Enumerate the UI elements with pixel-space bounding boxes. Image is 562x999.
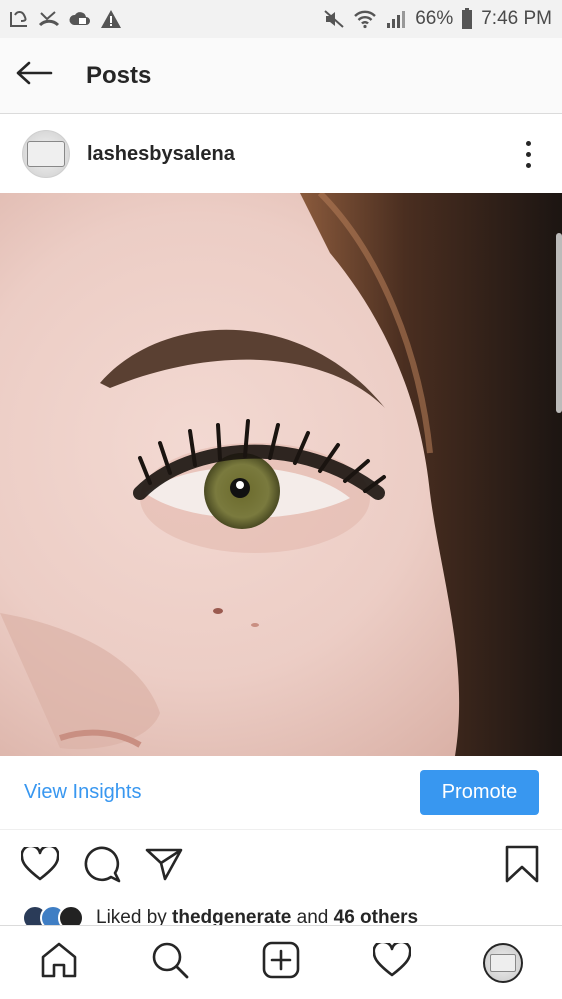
- save-button[interactable]: [502, 845, 542, 888]
- search-icon: [151, 941, 189, 984]
- post-actions: [0, 838, 562, 894]
- add-post-icon: [262, 941, 300, 984]
- share-icon: [145, 847, 183, 886]
- post-header: lashesbysalena: [0, 115, 562, 193]
- bottom-nav: [0, 925, 562, 999]
- back-button[interactable]: [0, 38, 72, 114]
- top-app-bar: Posts: [0, 38, 562, 114]
- status-bar: 66% 7:46 PM: [0, 0, 562, 38]
- view-insights-link[interactable]: View Insights: [24, 781, 141, 804]
- nav-new-post[interactable]: [251, 933, 311, 993]
- page-title: Posts: [86, 61, 152, 89]
- share-button[interactable]: [144, 846, 184, 886]
- avatar[interactable]: [22, 130, 70, 178]
- comment-button[interactable]: [82, 846, 122, 886]
- post-image[interactable]: [0, 193, 562, 756]
- clock: 7:46 PM: [481, 8, 552, 29]
- username[interactable]: lashesbysalena: [87, 143, 235, 166]
- nav-search[interactable]: [140, 933, 200, 993]
- signal-icon: [385, 9, 407, 29]
- wifi-icon: [353, 9, 377, 29]
- notification-icon: [8, 9, 30, 29]
- missed-call-icon: [38, 9, 60, 29]
- activity-heart-icon: [372, 940, 412, 982]
- nav-profile[interactable]: [473, 933, 533, 993]
- profile-avatar: [482, 942, 523, 983]
- bookmark-icon: [505, 845, 539, 888]
- battery-percent: 66%: [415, 8, 454, 29]
- nav-activity[interactable]: [362, 933, 422, 993]
- heart-icon: [20, 843, 60, 886]
- comment-icon: [83, 845, 121, 888]
- insights-row: View Insights Promote: [0, 756, 562, 830]
- nav-home[interactable]: [29, 933, 89, 993]
- more-options-button[interactable]: [516, 134, 540, 174]
- promote-button[interactable]: Promote: [420, 770, 539, 815]
- like-button[interactable]: [20, 843, 60, 886]
- status-right: 66% 7:46 PM: [323, 8, 552, 30]
- battery-icon: [461, 8, 473, 30]
- warning-icon: [100, 9, 122, 29]
- home-icon: [40, 941, 78, 984]
- status-left: [8, 9, 122, 29]
- cloud-icon: [68, 9, 92, 29]
- mute-icon: [323, 9, 345, 29]
- more-vertical-icon: [525, 140, 531, 168]
- arrow-left-icon: [15, 61, 53, 90]
